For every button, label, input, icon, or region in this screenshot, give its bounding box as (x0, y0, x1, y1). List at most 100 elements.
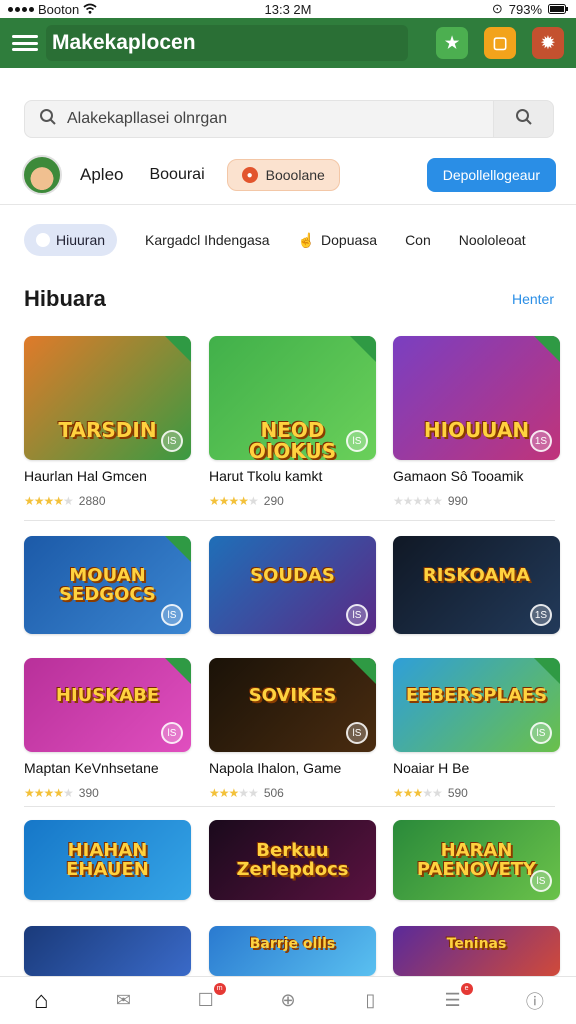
game-card[interactable]: Berkuu Zerlepdocs (209, 820, 376, 900)
game-art-title: Berkuu Zerlepdocs (236, 840, 349, 880)
status-bar: Booton 13:3 2M ⊙ 793% (0, 0, 576, 18)
game-title: Harut Tkolu kamkt (209, 468, 323, 484)
carrier-label: Booton (38, 1, 80, 17)
search-icon (515, 108, 533, 131)
coin-pill-label: Booolane (265, 167, 325, 183)
profile-link[interactable]: Boourai (149, 166, 204, 184)
game-thumbnail[interactable]: HARAN PAENOVETY lS (393, 820, 560, 900)
game-badge: lS (346, 604, 368, 626)
game-title: Maptan KeVnhsetane (24, 760, 159, 776)
menu-icon[interactable] (12, 32, 38, 54)
tab-kargadcl[interactable]: Kargadcl Ihdengasa (145, 232, 270, 248)
game-thumbnail[interactable]: MOUAN SEDGOCS lS (24, 536, 191, 634)
game-title: Napola Ihalon, Game (209, 760, 342, 776)
game-thumbnail[interactable]: Barrje ollls (209, 926, 376, 976)
notification-badge: e (460, 982, 473, 995)
battery-icon (548, 2, 568, 17)
avatar[interactable] (22, 155, 62, 195)
game-thumbnail[interactable]: SOUDAS lS (209, 536, 376, 634)
row-divider (24, 806, 555, 807)
home-icon[interactable]: ⌂ (27, 987, 55, 1015)
search-icon (39, 108, 57, 131)
game-thumbnail[interactable]: TARSDIN lS (24, 336, 191, 460)
divider (0, 204, 576, 205)
game-card[interactable]: TARSDIN lS Haurlan Hal Gmcen ★★★★★ 2880 (24, 336, 191, 508)
tab-label: Kargadcl Ihdengasa (145, 232, 270, 248)
game-badge: lS (346, 722, 368, 744)
game-card[interactable]: EEBERSPLAES lS Noaiar H Be ★★★★★ 590 (393, 658, 560, 800)
game-card[interactable] (24, 926, 191, 976)
game-art-title: Teninas (446, 936, 507, 952)
book-icon[interactable]: ▯ (356, 987, 384, 1015)
hand-icon: ☝ (297, 231, 316, 248)
tab-dopuasa[interactable]: ☝ Dopuasa (298, 232, 377, 249)
game-card[interactable]: HIOUUAN 1S Gamaon Sô Tooamik ★★★★★ 990 (393, 336, 560, 508)
game-thumbnail[interactable]: HIOUUAN 1S (393, 336, 560, 460)
search-input[interactable]: Alakekapllasei olnrgan (24, 100, 494, 138)
game-thumbnail[interactable]: Berkuu Zerlepdocs (209, 820, 376, 900)
gift-icon[interactable]: ☐ m (192, 982, 226, 1015)
game-thumbnail[interactable]: HIAHAN EHAUEN (24, 820, 191, 900)
game-rating: ★★★★★ 2880 (24, 494, 191, 508)
signal-icon (8, 6, 34, 12)
game-card[interactable]: SOUDAS lS (209, 536, 376, 634)
tab-noololeoat[interactable]: Noololeoat (459, 232, 526, 248)
game-thumbnail[interactable]: Teninas (393, 926, 560, 976)
game-badge: lS (346, 430, 368, 452)
game-thumbnail[interactable] (24, 926, 191, 976)
game-thumbnail[interactable]: SOVIKES lS (209, 658, 376, 752)
section-more-link[interactable]: Henter (512, 291, 554, 307)
tab-label: Con (405, 232, 431, 248)
chat-icon[interactable]: ☰ e (439, 982, 473, 1015)
profile-name[interactable]: Apleo (80, 165, 123, 185)
coin-pill[interactable]: ● Booolane (226, 159, 340, 191)
tab-label: Dopuasa (321, 232, 378, 248)
game-art-title: SOUDAS (250, 565, 335, 586)
section-title: Hibuara (24, 286, 106, 311)
game-card[interactable]: NEOD OIOKUS lS Harut Tkolu kamkt ★★★★★ 290 (209, 336, 376, 508)
game-thumbnail[interactable]: NEOD OIOKUS lS (209, 336, 376, 460)
rating-count: 590 (447, 786, 468, 800)
game-badge: lS (530, 870, 552, 892)
new-ribbon (165, 658, 191, 684)
game-card[interactable]: HIUSKABE lS Maptan KeVnhsetane ★★★★★ 390 (24, 658, 191, 800)
tab-label: Hiuuran (56, 232, 106, 248)
clock: 13:3 2M (264, 1, 312, 17)
game-thumbnail[interactable]: HIUSKABE lS (24, 658, 191, 752)
game-card[interactable]: Teninas (393, 926, 560, 976)
game-badge: lS (161, 722, 183, 744)
search-bar: Alakekapllasei olnrgan (24, 100, 554, 138)
notification-badge: m (213, 982, 226, 995)
new-ribbon (165, 536, 191, 562)
star-icon[interactable]: ★ (436, 27, 468, 59)
new-ribbon (165, 336, 191, 362)
settings-icon[interactable]: ✹ (532, 27, 564, 59)
game-title: Gamaon Sô Tooamik (393, 468, 524, 484)
game-card[interactable]: HARAN PAENOVETY lS (393, 820, 560, 900)
mail-icon[interactable]: ✉ (109, 987, 137, 1015)
game-badge: 1S (530, 604, 552, 626)
game-card[interactable]: RISKOAMA 1S (393, 536, 560, 634)
game-art-title: RISKOAMA (422, 565, 531, 586)
app-title: Makekaplocen (46, 25, 408, 61)
game-thumbnail[interactable]: EEBERSPLAES lS (393, 658, 560, 752)
wallet-icon[interactable]: ▢ (484, 27, 516, 59)
star-rating-icon: ★★★★★ (393, 786, 443, 800)
deposit-button[interactable]: Depollellogeaur (426, 158, 556, 192)
game-card[interactable]: Barrje ollls (209, 926, 376, 976)
game-card[interactable]: SOVIKES lS Napola Ihalon, Game ★★★★★ 506 (209, 658, 376, 800)
game-card[interactable]: HIAHAN EHAUEN (24, 820, 191, 900)
game-badge: lS (161, 604, 183, 626)
compass-icon[interactable]: ⊕ (274, 987, 302, 1015)
tab-hiuuran[interactable]: Hiuuran (24, 224, 118, 256)
tab-con[interactable]: Con (405, 232, 431, 248)
game-art-title: MOUAN SEDGOCS (59, 565, 156, 605)
info-icon[interactable]: ⓘ (521, 987, 549, 1015)
new-ribbon (350, 336, 376, 362)
game-card[interactable]: MOUAN SEDGOCS lS (24, 536, 191, 634)
game-art-title: HIUSKABE (55, 685, 160, 706)
row-divider (24, 520, 555, 521)
search-button[interactable] (494, 100, 554, 138)
game-thumbnail[interactable]: RISKOAMA 1S (393, 536, 560, 634)
coin-icon: ● (241, 167, 258, 183)
